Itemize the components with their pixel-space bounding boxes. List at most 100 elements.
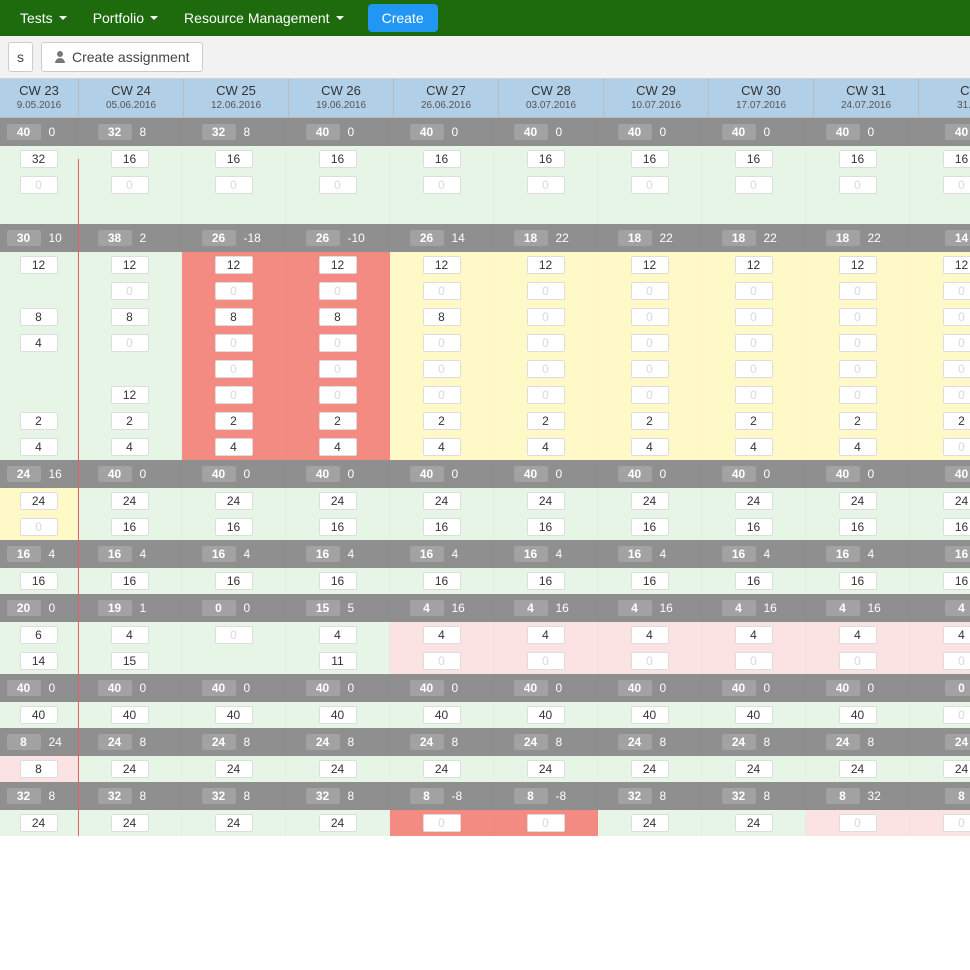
- allocation-cell[interactable]: 6: [0, 622, 78, 648]
- column-header[interactable]: CW31.07.: [919, 79, 970, 118]
- allocation-cell[interactable]: 16: [702, 568, 806, 594]
- summary-cell[interactable]: 328: [598, 782, 702, 810]
- allocation-cell[interactable]: 12: [182, 252, 286, 278]
- allocation-cell[interactable]: [78, 356, 182, 382]
- allocation-cell[interactable]: 0: [598, 172, 702, 198]
- allocation-cell[interactable]: 4: [182, 434, 286, 460]
- summary-cell[interactable]: 24: [910, 728, 970, 756]
- allocation-cell[interactable]: 40: [0, 702, 78, 728]
- nav-portfolio[interactable]: Portfolio: [83, 4, 168, 32]
- allocation-cell[interactable]: 0: [598, 356, 702, 382]
- allocation-cell[interactable]: 0: [390, 648, 494, 674]
- allocation-cell[interactable]: 16: [78, 568, 182, 594]
- allocation-cell[interactable]: 2: [182, 408, 286, 434]
- summary-cell[interactable]: 248: [702, 728, 806, 756]
- allocation-cell[interactable]: 0: [182, 278, 286, 304]
- allocation-cell[interactable]: 16: [182, 146, 286, 172]
- allocation-cell[interactable]: 16: [390, 568, 494, 594]
- allocation-cell[interactable]: 40: [494, 702, 598, 728]
- allocation-cell[interactable]: 4: [702, 622, 806, 648]
- summary-cell[interactable]: 400: [806, 118, 910, 146]
- allocation-cell[interactable]: 0: [286, 172, 390, 198]
- allocation-cell[interactable]: 16: [286, 146, 390, 172]
- allocation-cell[interactable]: 0: [702, 172, 806, 198]
- allocation-cell[interactable]: 0: [910, 810, 970, 836]
- allocation-cell[interactable]: 0: [806, 810, 910, 836]
- allocation-cell[interactable]: 24: [910, 488, 970, 514]
- summary-cell[interactable]: 2614: [390, 224, 494, 252]
- summary-cell[interactable]: 328: [78, 118, 182, 146]
- allocation-cell[interactable]: 24: [286, 756, 390, 782]
- allocation-cell[interactable]: 0: [78, 330, 182, 356]
- summary-cell[interactable]: 164: [182, 540, 286, 568]
- summary-cell[interactable]: 248: [390, 728, 494, 756]
- summary-cell[interactable]: 164: [806, 540, 910, 568]
- allocation-cell[interactable]: 4: [78, 434, 182, 460]
- summary-cell[interactable]: 26-18: [182, 224, 286, 252]
- column-header[interactable]: CW 239.05.2016: [0, 79, 79, 118]
- allocation-cell[interactable]: 40: [182, 702, 286, 728]
- allocation-cell[interactable]: 0: [806, 330, 910, 356]
- allocation-cell[interactable]: 0: [702, 382, 806, 408]
- summary-cell[interactable]: 824: [0, 728, 78, 756]
- allocation-cell[interactable]: 40: [390, 702, 494, 728]
- allocation-cell[interactable]: 0: [494, 356, 598, 382]
- allocation-cell[interactable]: 16: [390, 146, 494, 172]
- allocation-cell[interactable]: 2: [910, 408, 970, 434]
- column-header[interactable]: CW 3017.07.2016: [709, 79, 814, 118]
- summary-cell[interactable]: 400: [494, 118, 598, 146]
- allocation-cell[interactable]: 4: [286, 622, 390, 648]
- allocation-cell[interactable]: 0: [702, 304, 806, 330]
- allocation-cell[interactable]: [78, 198, 182, 224]
- allocation-cell[interactable]: 24: [78, 810, 182, 836]
- allocation-cell[interactable]: 12: [78, 252, 182, 278]
- allocation-cell[interactable]: 12: [806, 252, 910, 278]
- allocation-cell[interactable]: [806, 198, 910, 224]
- allocation-cell[interactable]: 16: [494, 514, 598, 540]
- allocation-cell[interactable]: 0: [806, 172, 910, 198]
- allocation-cell[interactable]: 0: [910, 356, 970, 382]
- allocation-cell[interactable]: 16: [910, 514, 970, 540]
- allocation-cell[interactable]: 0: [910, 330, 970, 356]
- allocation-cell[interactable]: 0: [598, 304, 702, 330]
- allocation-cell[interactable]: 16: [702, 146, 806, 172]
- allocation-cell[interactable]: 4: [598, 434, 702, 460]
- allocation-cell[interactable]: 16: [494, 146, 598, 172]
- allocation-cell[interactable]: 4: [494, 434, 598, 460]
- allocation-cell[interactable]: 0: [494, 330, 598, 356]
- allocation-cell[interactable]: 0: [390, 278, 494, 304]
- allocation-cell[interactable]: 12: [910, 252, 970, 278]
- allocation-cell[interactable]: 40: [286, 702, 390, 728]
- summary-cell[interactable]: 416: [598, 594, 702, 622]
- allocation-cell[interactable]: 0: [598, 648, 702, 674]
- allocation-cell[interactable]: 24: [598, 488, 702, 514]
- summary-cell[interactable]: 164: [494, 540, 598, 568]
- column-header[interactable]: CW 2726.06.2016: [394, 79, 499, 118]
- allocation-cell[interactable]: 8: [182, 304, 286, 330]
- allocation-cell[interactable]: 16: [806, 568, 910, 594]
- summary-cell[interactable]: 328: [182, 782, 286, 810]
- allocation-cell[interactable]: 16: [806, 146, 910, 172]
- allocation-cell[interactable]: 0: [0, 514, 78, 540]
- allocation-cell[interactable]: 16: [286, 568, 390, 594]
- allocation-cell[interactable]: [910, 198, 970, 224]
- allocation-cell[interactable]: [390, 198, 494, 224]
- summary-cell[interactable]: 248: [182, 728, 286, 756]
- allocation-cell[interactable]: 12: [598, 252, 702, 278]
- allocation-cell[interactable]: 0: [910, 702, 970, 728]
- allocation-cell[interactable]: 0: [286, 382, 390, 408]
- summary-cell[interactable]: 400: [806, 460, 910, 488]
- column-header[interactable]: CW 3124.07.2016: [814, 79, 919, 118]
- summary-cell[interactable]: 328: [78, 782, 182, 810]
- allocation-cell[interactable]: 24: [702, 488, 806, 514]
- allocation-cell[interactable]: 16: [286, 514, 390, 540]
- create-assignment-button[interactable]: Create assignment: [41, 42, 203, 72]
- allocation-cell[interactable]: 16: [390, 514, 494, 540]
- allocation-cell[interactable]: 24: [182, 488, 286, 514]
- summary-cell[interactable]: 248: [286, 728, 390, 756]
- summary-cell[interactable]: 416: [494, 594, 598, 622]
- allocation-cell[interactable]: [702, 198, 806, 224]
- allocation-cell[interactable]: 24: [390, 488, 494, 514]
- allocation-cell[interactable]: 0: [910, 382, 970, 408]
- allocation-cell[interactable]: 0: [494, 172, 598, 198]
